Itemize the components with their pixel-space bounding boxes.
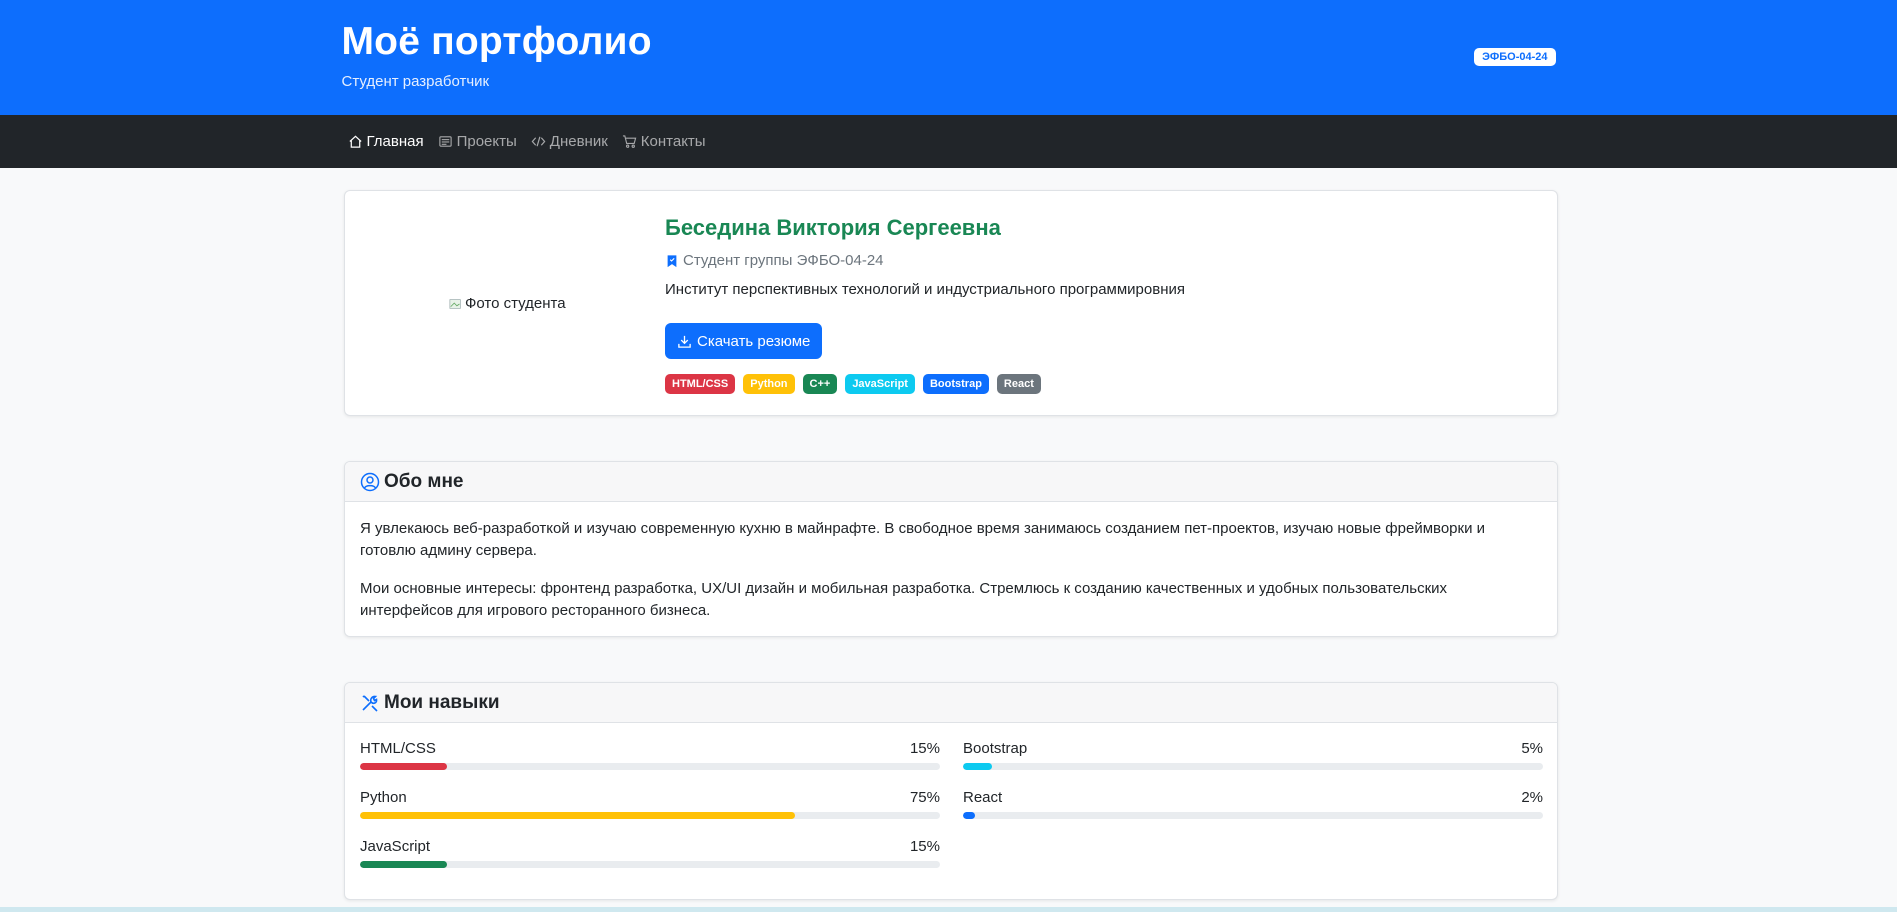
skill-progress-fill [963,763,992,770]
skills-header: Мои навыки [345,683,1557,723]
skill-name: JavaScript [360,838,431,855]
download-resume-button[interactable]: Скачать резюме [665,323,823,359]
skill-item: Bootstrap 5% [963,740,1543,770]
skill-progress-bar [360,763,940,770]
student-name: Беседина Виктория Сергеевна [665,215,1001,240]
skill-item: Python 75% [360,789,940,819]
skill-progress-fill [360,861,447,868]
tools-icon [362,694,378,712]
about-body: Я увлекаюсь веб-разработкой и изучаю сов… [345,502,1557,622]
skill-item: JavaScript 15% [360,838,940,868]
skill-percent: 2% [1521,789,1543,806]
main-content: Фото студента Беседина Виктория Сергеевн… [344,0,1558,912]
skill-percent: 5% [1521,740,1543,757]
skill-progress-fill [963,812,975,819]
skill-tag: Python [743,374,795,394]
skill-progress-fill [360,763,447,770]
skill-tag: HTML/CSS [665,374,736,394]
page-bottom-strip [0,907,1897,912]
skill-percent: 75% [909,789,940,806]
skill-tag: React [996,374,1041,394]
skill-tags: HTML/CSS Python C++ JavaScript Bootstrap… [665,374,1041,394]
download-resume-label: Скачать резюме [697,332,811,350]
skill-progress-bar [360,861,940,868]
photo-alt-text: Фото студента [465,295,566,312]
about-card: Обо мне Я увлекаюсь веб-разработкой и из… [344,461,1558,637]
skill-item: React 2% [963,789,1543,819]
skill-progress-bar [963,812,1543,819]
student-institute: Институт перспективных технологий и инду… [665,281,1185,298]
broken-image-icon [449,298,461,309]
about-header: Обо мне [345,462,1557,502]
skill-name: HTML/CSS [360,740,436,757]
skill-progress-fill [360,812,795,819]
about-title: Обо мне [384,470,464,492]
download-icon [678,335,691,348]
bookmark-icon [667,254,677,267]
student-photo: Фото студента [449,295,566,312]
about-paragraph: Мои основные интересы: фронтенд разработ… [360,580,1448,619]
skills-card: Мои навыки HTML/CSS 15% Bootstrap 5% Pytho… [344,682,1558,900]
profile-card: Фото студента Беседина Виктория Сергеевн… [344,190,1558,416]
skill-tag: Bootstrap [922,374,989,394]
skill-progress-bar [963,763,1543,770]
about-paragraph: Я увлекаюсь веб-разработкой и изучаю сов… [360,520,1485,559]
skill-name: React [963,789,1003,806]
student-group: Студент группы ЭФБО-04-24 [665,252,884,269]
skills-title: Мои навыки [384,691,500,713]
skill-tag: JavaScript [845,374,915,394]
person-circle-icon [360,472,380,491]
skill-name: Python [360,789,407,806]
skill-percent: 15% [909,740,940,757]
skill-item: HTML/CSS 15% [360,740,940,770]
skill-progress-bar [360,812,940,819]
student-group-text: Студент группы ЭФБО-04-24 [683,252,884,269]
skill-tag: C++ [802,374,838,394]
skill-name: Bootstrap [963,740,1028,757]
skill-percent: 15% [909,838,940,855]
